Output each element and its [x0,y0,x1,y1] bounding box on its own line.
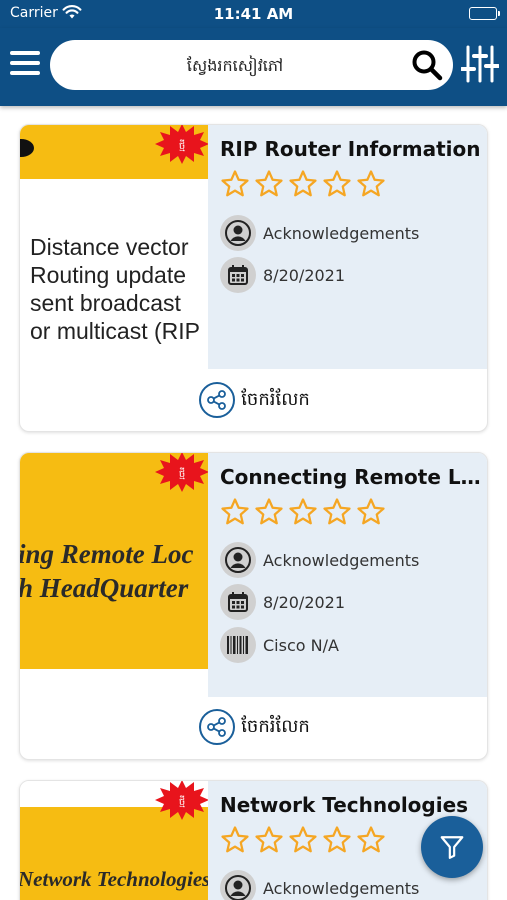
book-info-panel: Connecting Remote L... Acknowledgements … [208,453,487,697]
star-outline-icon[interactable] [322,825,352,855]
user-avatar-icon [220,870,256,900]
svg-text:ថ្មី: ថ្មី [179,467,185,480]
publish-date: 8/20/2021 [263,592,346,612]
date-row: 8/20/2021 [220,257,345,293]
star-outline-icon[interactable] [288,497,318,527]
star-outline-icon[interactable] [254,497,284,527]
book-title[interactable]: RIP Router Information [220,137,482,161]
thumbnail-text: Network Technologies [20,867,208,891]
book-card[interactable]: Distance vector Routing update sent broa… [19,124,488,432]
star-outline-icon[interactable] [254,169,284,199]
author-name: Acknowledgements [263,223,420,243]
share-label: ចែករំលែក [241,388,310,410]
star-outline-icon[interactable] [356,497,386,527]
new-badge-icon: ថ្មី [155,781,209,820]
user-avatar-icon [220,215,256,251]
svg-text:ថ្មី: ថ្មី [179,139,185,152]
share-icon[interactable] [199,382,236,418]
share-button[interactable]: ចែករំលែក [20,382,487,418]
publisher-name: Cisco N/A [263,635,339,655]
star-outline-icon[interactable] [220,825,250,855]
star-outline-icon[interactable] [254,825,284,855]
rating-stars[interactable] [220,169,386,199]
thumbnail-text: Distance vector Routing update sent broa… [30,234,200,344]
rating-stars[interactable] [220,825,386,855]
star-outline-icon[interactable] [356,825,386,855]
new-badge-icon: ថ្មី [155,125,209,164]
filter-fab-button[interactable] [421,816,483,878]
status-bar: Carrier 11:41 AM [0,0,507,28]
share-label: ចែករំលែក [241,715,310,737]
publisher-row: Cisco N/A [220,627,339,663]
settings-sliders-icon[interactable] [460,44,500,84]
book-card[interactable]: Network Technologies ថ្មី Network Techno… [19,780,488,900]
book-title[interactable]: Connecting Remote L... [220,465,482,489]
publish-date: 8/20/2021 [263,265,346,285]
star-outline-icon[interactable] [288,169,318,199]
date-row: 8/20/2021 [220,584,345,620]
author-name: Acknowledgements [263,878,420,898]
book-title[interactable]: Network Technologies [220,793,482,817]
calendar-icon [220,257,256,293]
search-input[interactable] [70,40,400,90]
book-card[interactable]: ing Remote Loc h HeadQuarter ថ្មី Connec… [19,452,488,760]
search-icon[interactable] [411,49,443,81]
calendar-icon [220,584,256,620]
author-name: Acknowledgements [263,550,420,570]
barcode-icon [220,627,256,663]
svg-text:ថ្មី: ថ្មី [179,795,185,808]
author-row: Acknowledgements [220,542,419,578]
top-navbar [0,28,507,106]
search-bar [50,40,453,90]
hamburger-menu-icon[interactable] [8,48,42,78]
battery-icon [469,7,500,20]
rating-stars[interactable] [220,497,386,527]
star-outline-icon[interactable] [220,497,250,527]
star-outline-icon[interactable] [220,169,250,199]
book-info-panel: RIP Router Information Acknowledgements … [208,125,487,369]
filter-funnel-icon [440,836,464,859]
star-outline-icon[interactable] [288,825,318,855]
star-outline-icon[interactable] [322,169,352,199]
share-icon[interactable] [199,709,236,745]
clock: 11:41 AM [213,5,294,23]
star-outline-icon[interactable] [322,497,352,527]
thumbnail-text: h HeadQuarter [20,573,189,603]
user-avatar-icon [220,542,256,578]
thumbnail-text: ing Remote Loc [20,539,194,569]
star-outline-icon[interactable] [356,169,386,199]
share-button[interactable]: ចែករំលែក [20,709,487,745]
author-row: Acknowledgements [220,215,419,251]
author-row: Acknowledgements [220,870,419,900]
new-badge-icon: ថ្មី [155,453,209,492]
